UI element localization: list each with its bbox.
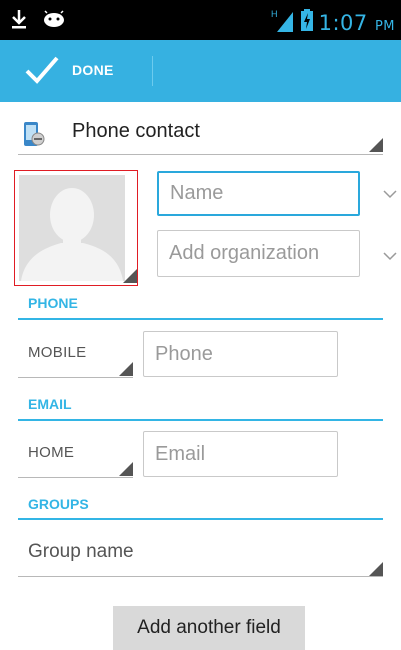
email-placeholder: Email [155,442,206,465]
groups-section-divider [18,518,383,520]
email-type-spinner[interactable]: HOME [18,430,133,478]
signal-icon: H [271,8,295,37]
download-icon [10,8,28,35]
spinner-corner-icon [119,462,133,476]
spinner-corner-icon [369,138,383,152]
name-field[interactable]: Name [157,171,360,216]
network-type: H [271,9,278,19]
account-spinner[interactable]: Phone contact [0,102,401,160]
phone-section-title: PHONE [28,295,78,311]
status-bar-left [10,8,66,35]
group-name-label: Group name [28,541,134,562]
email-type-label: HOME [28,444,75,461]
contact-photo[interactable] [14,170,138,286]
clock: 1:07 PM [319,11,395,35]
email-section-title: EMAIL [28,396,72,412]
phone-section-divider [18,318,383,320]
email-field[interactable]: Email [143,431,338,477]
phone-contact-icon [22,120,46,153]
checkmark-icon [24,54,60,91]
spinner-corner-icon [369,562,383,576]
avatar-placeholder-icon [19,175,125,281]
status-bar: H 1:07 PM [0,0,401,40]
email-type-underline [18,477,133,478]
action-bar-divider [152,56,153,86]
phone-type-spinner[interactable]: MOBILE [18,330,133,378]
group-underline [18,576,383,577]
groups-section-title: GROUPS [28,496,89,512]
status-bar-right: H 1:07 PM [271,8,395,37]
account-underline [18,154,383,155]
done-label: DONE [72,62,114,78]
spinner-corner-icon [119,362,133,376]
clock-time: 1:07 [318,10,368,35]
add-another-field-button[interactable]: Add another field [113,606,305,650]
name-expand-chevron-icon[interactable] [383,186,397,202]
group-spinner[interactable]: Group name [18,528,401,580]
phone-placeholder: Phone [155,342,213,365]
organization-field[interactable]: Add organization [157,230,360,277]
phone-type-underline [18,377,133,378]
phone-field[interactable]: Phone [143,331,338,377]
phone-type-label: MOBILE [28,344,87,361]
email-section-divider [18,419,383,421]
android-icon [42,10,66,33]
name-placeholder: Name [170,182,224,204]
photo-corner-icon [123,269,137,283]
action-bar: DONE [0,40,401,102]
organization-expand-chevron-icon[interactable] [383,248,397,264]
battery-charging-icon [300,9,313,36]
organization-placeholder: Add organization [169,242,320,264]
account-label: Phone contact [72,120,200,142]
done-button[interactable]: DONE [0,40,152,102]
clock-ampm: PM [374,18,395,34]
